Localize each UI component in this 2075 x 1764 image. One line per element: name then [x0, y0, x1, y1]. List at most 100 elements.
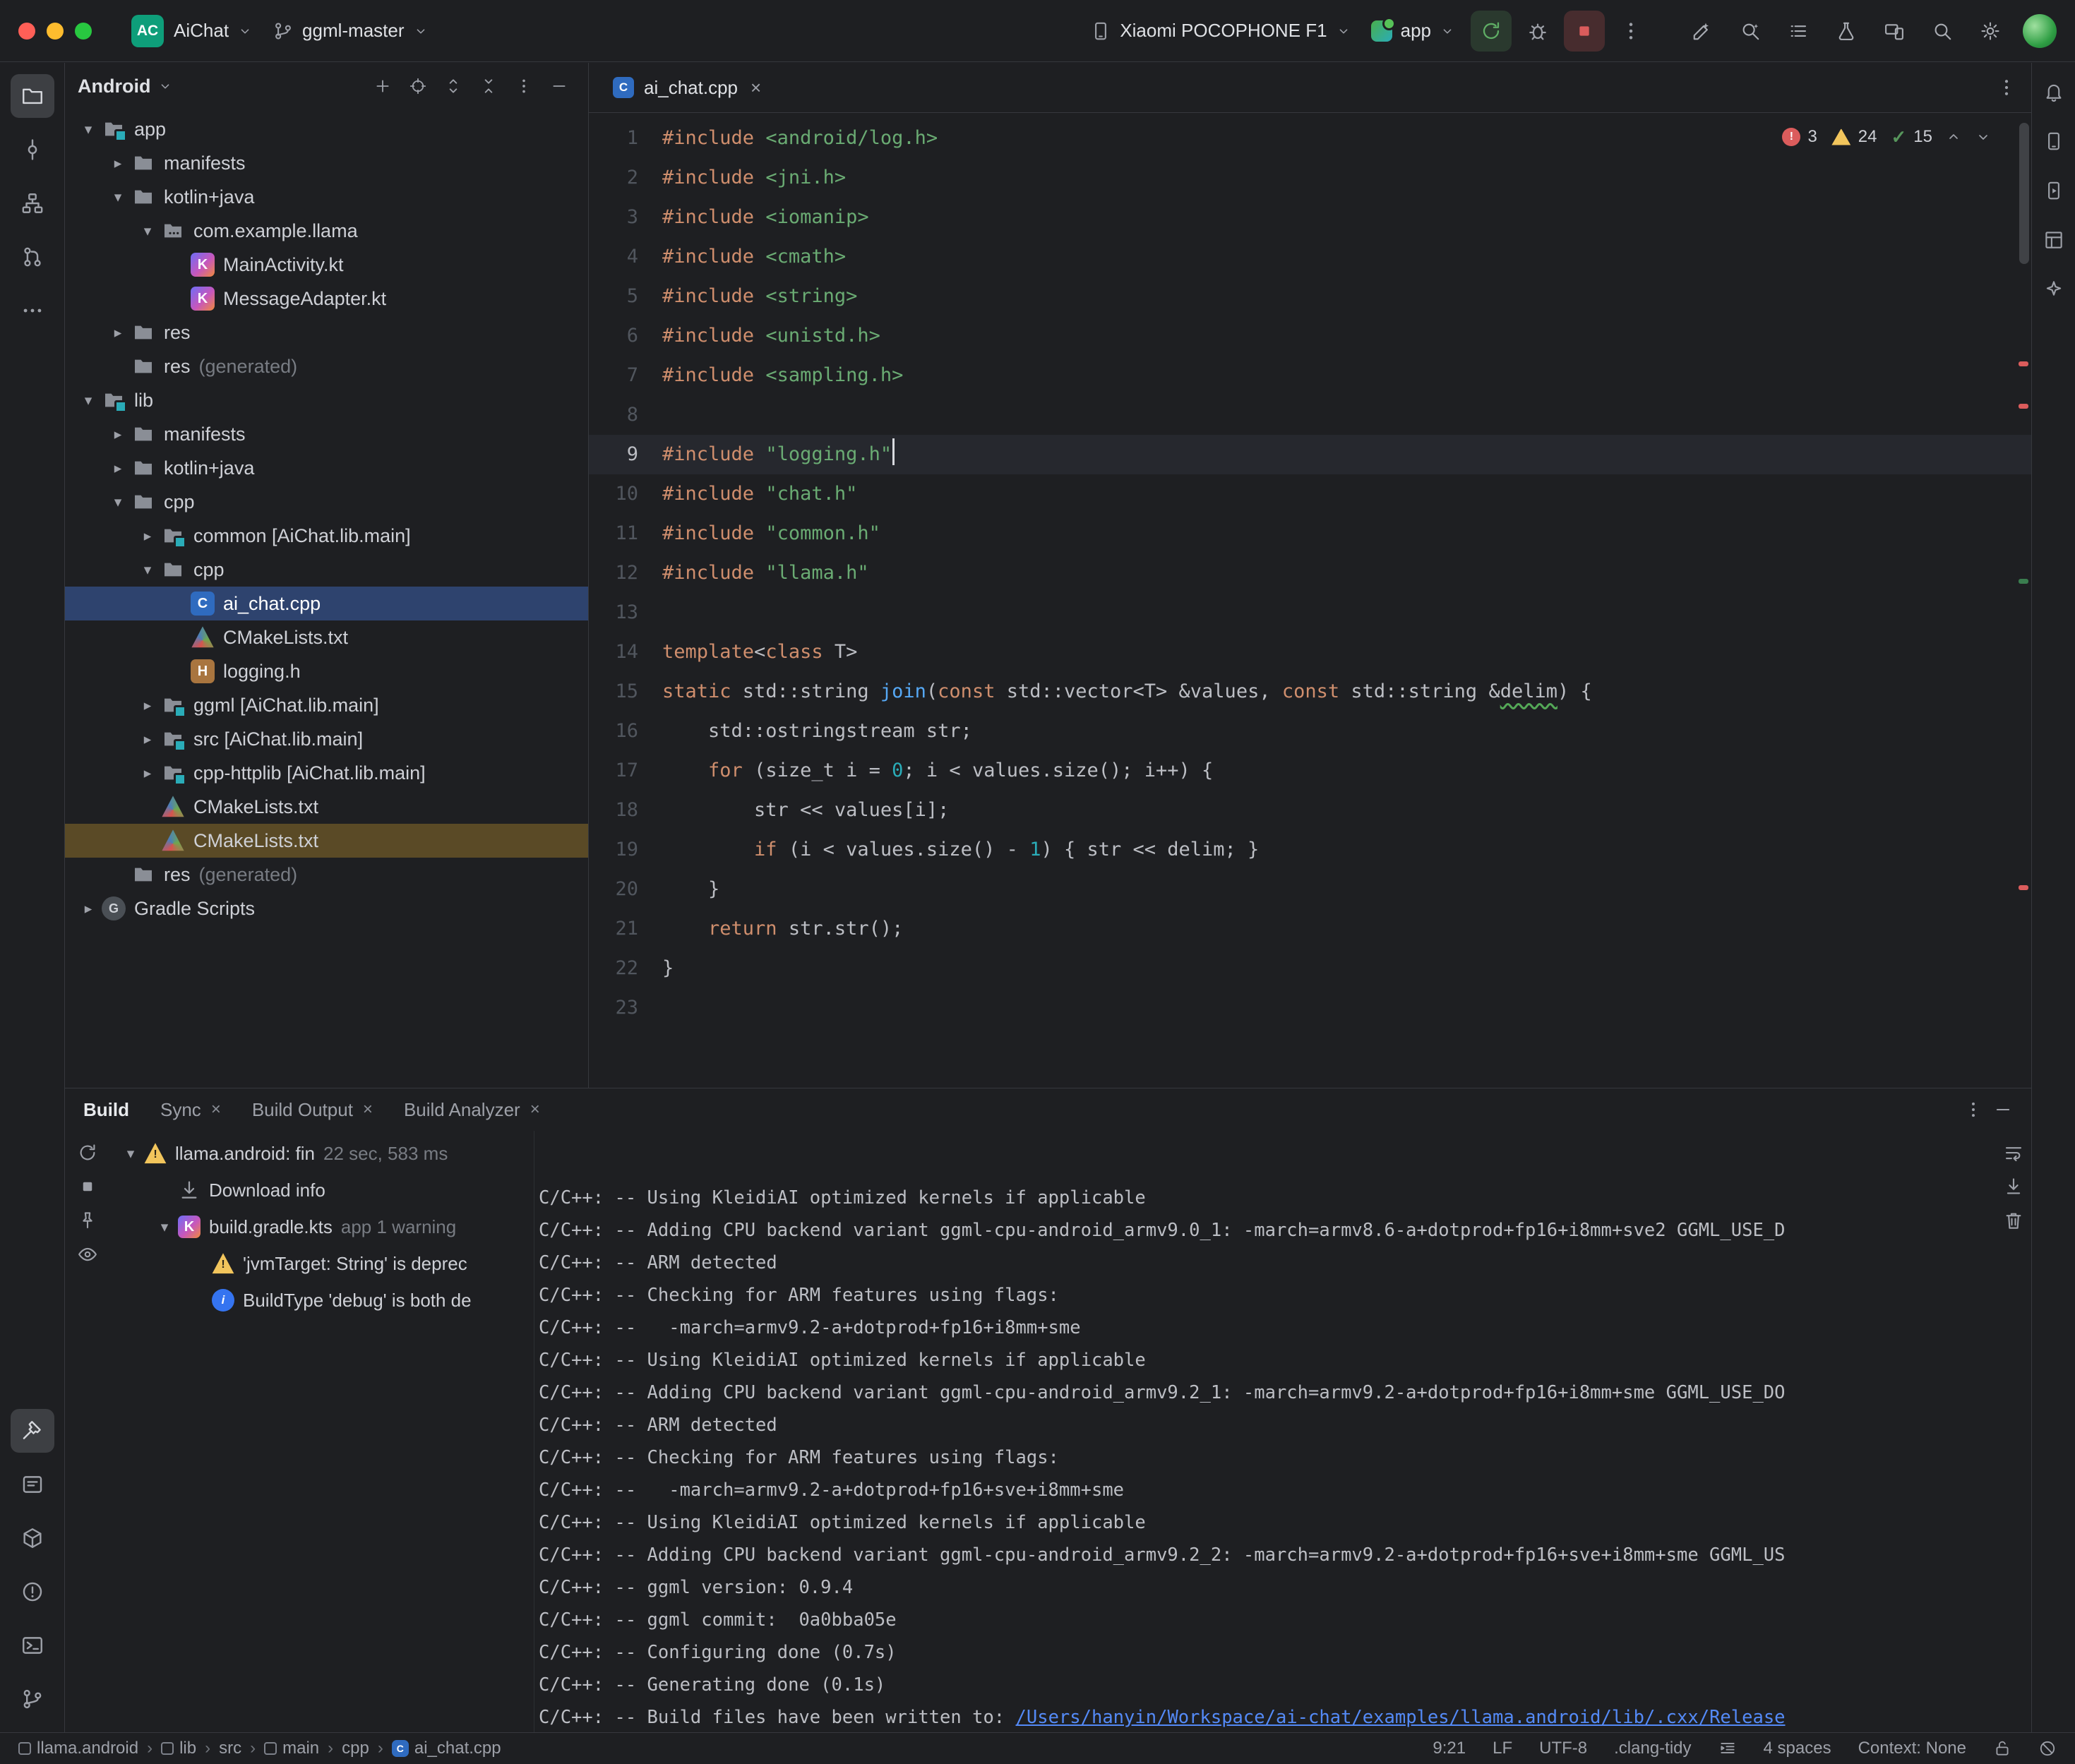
code-line[interactable]: 5#include <string> [589, 277, 2031, 316]
tree-item[interactable]: ▸kotlin+java [65, 451, 588, 485]
chevron-right-icon[interactable]: ▸ [104, 460, 131, 477]
tree-item[interactable]: ▾lib [65, 383, 588, 417]
device-manager-icon[interactable] [2035, 122, 2073, 160]
chevron-down-icon[interactable]: ▾ [134, 222, 161, 240]
previous-problem-icon[interactable] [1945, 128, 1962, 145]
profiler-icon[interactable] [1826, 11, 1866, 51]
tree-item[interactable]: KMessageAdapter.kt [65, 282, 588, 316]
stripe-mark[interactable] [2019, 885, 2028, 890]
tree-item[interactable]: ▸res [65, 316, 588, 349]
assistant-icon[interactable] [2035, 270, 2073, 308]
inspect-output-icon[interactable] [77, 1244, 98, 1265]
branch-widget[interactable]: ggml-master [263, 14, 438, 47]
code-line[interactable]: 22} [589, 949, 2031, 988]
code-line[interactable]: 19 if (i < values.size() - 1) { str << d… [589, 830, 2031, 870]
line-number[interactable]: 8 [589, 395, 662, 435]
chevron-down-icon[interactable]: ▾ [104, 493, 131, 511]
search-everywhere-icon[interactable] [1922, 11, 1962, 51]
line-number[interactable]: 6 [589, 316, 662, 356]
code-line[interactable]: 11#include "common.h" [589, 514, 2031, 553]
stripe-mark[interactable] [2019, 404, 2028, 409]
new-file-icon[interactable] [366, 70, 399, 102]
project-tool-icon[interactable] [11, 74, 54, 118]
close-tab-icon[interactable]: × [751, 77, 761, 99]
line-number[interactable]: 1 [589, 119, 662, 158]
caret-position[interactable]: 9:21 [1433, 1739, 1466, 1758]
code-line[interactable]: 10#include "chat.h" [589, 474, 2031, 514]
logcat-tool-icon[interactable] [11, 1463, 54, 1506]
user-avatar[interactable] [2023, 14, 2057, 48]
version-control-tool-icon[interactable] [11, 1677, 54, 1721]
build-tree-item[interactable]: ▾!llama.android: fin22 sec, 583 ms [110, 1135, 534, 1172]
debug-button[interactable] [1517, 11, 1558, 52]
rerun-build-icon[interactable] [77, 1142, 98, 1163]
indent-size[interactable]: 4 spaces [1764, 1739, 1831, 1758]
tree-item[interactable]: ▸manifests [65, 146, 588, 180]
tree-item[interactable]: ▾app [65, 112, 588, 146]
chevron-down-icon[interactable]: ▾ [134, 561, 161, 579]
line-number[interactable]: 3 [589, 198, 662, 237]
inspections-widget[interactable]: ! 3 ! 24 ✓ 15 [1775, 117, 1992, 157]
code-line[interactable]: 21 return str.str(); [589, 909, 2031, 949]
code-line[interactable]: 8 [589, 395, 2031, 435]
close-icon[interactable]: × [530, 1100, 540, 1120]
code-line[interactable]: 3#include <iomanip> [589, 198, 2031, 237]
code-line[interactable]: 7#include <sampling.h> [589, 356, 2031, 395]
chevron-down-icon[interactable]: ▾ [104, 188, 131, 206]
breadcrumb-item[interactable]: Cai_chat.cpp [392, 1739, 501, 1758]
clang-tidy-profile[interactable]: .clang-tidy [1614, 1739, 1691, 1758]
expand-all-icon[interactable] [437, 70, 470, 102]
tree-item[interactable]: ▾kotlin+java [65, 180, 588, 214]
tree-item[interactable]: ▾cpp [65, 485, 588, 519]
run-config-selector[interactable]: app [1361, 14, 1465, 47]
soft-wrap-icon[interactable] [2003, 1142, 2024, 1163]
chevron-down-icon[interactable]: ▾ [75, 121, 102, 138]
chevron-down-icon[interactable]: ▾ [151, 1218, 178, 1236]
breadcrumb-item[interactable]: src [219, 1739, 241, 1758]
code-line[interactable]: 23 [589, 988, 2031, 1028]
line-number[interactable]: 5 [589, 277, 662, 316]
tree-item[interactable]: CMakeLists.txt [65, 620, 588, 654]
todo-list-icon[interactable] [1778, 11, 1818, 51]
line-number[interactable]: 12 [589, 553, 662, 593]
chevron-right-icon[interactable]: ▸ [104, 155, 131, 172]
chevron-right-icon[interactable]: ▸ [104, 426, 131, 443]
code-line[interactable]: 15static std::string join(const std::vec… [589, 672, 2031, 712]
pull-requests-tool-icon[interactable] [11, 235, 54, 279]
stop-button[interactable] [1564, 11, 1605, 52]
hide-build-panel-icon[interactable] [1993, 1100, 2013, 1120]
device-mirror-icon[interactable] [1874, 11, 1914, 51]
chevron-right-icon[interactable]: ▸ [75, 900, 102, 918]
ai-assistant-icon[interactable] [1682, 11, 1722, 51]
build-tab-build-output[interactable]: Build Output× [252, 1099, 373, 1121]
code-line[interactable]: 14template<class T> [589, 632, 2031, 672]
tree-item[interactable]: ▸common [AiChat.lib.main] [65, 519, 588, 553]
tree-item[interactable]: Cai_chat.cpp [65, 587, 588, 620]
tree-item[interactable]: CMakeLists.txt [65, 790, 588, 824]
breadcrumb-item[interactable]: llama.android [18, 1739, 138, 1758]
line-number[interactable]: 11 [589, 514, 662, 553]
hide-panel-icon[interactable] [543, 70, 575, 102]
line-number[interactable]: 20 [589, 870, 662, 909]
build-tab-build[interactable]: Build [83, 1099, 129, 1121]
line-number[interactable]: 18 [589, 791, 662, 830]
code-line[interactable]: 9#include "logging.h" [589, 435, 2031, 474]
line-number[interactable]: 9 [589, 435, 662, 474]
scroll-to-end-icon[interactable] [2003, 1176, 2024, 1197]
line-number[interactable]: 10 [589, 474, 662, 514]
build-tree-item[interactable]: iBuildType 'debug' is both de [110, 1282, 534, 1319]
chevron-down-icon[interactable]: ▾ [117, 1145, 144, 1163]
tree-item[interactable]: ▾cpp [65, 553, 588, 587]
tree-item[interactable]: Hlogging.h [65, 654, 588, 688]
code-line[interactable]: 17 for (size_t i = 0; i < values.size();… [589, 751, 2031, 791]
breadcrumb-item[interactable]: lib [161, 1739, 196, 1758]
line-number[interactable]: 19 [589, 830, 662, 870]
line-number[interactable]: 14 [589, 632, 662, 672]
line-number[interactable]: 17 [589, 751, 662, 791]
ai-search-icon[interactable] [1730, 11, 1770, 51]
tree-item[interactable]: ▸src [AiChat.lib.main] [65, 722, 588, 756]
code-line[interactable]: 4#include <cmath> [589, 237, 2031, 277]
tree-item[interactable]: ▾com.example.llama [65, 214, 588, 248]
layout-inspector-icon[interactable] [2035, 221, 2073, 259]
tree-item[interactable]: res(generated) [65, 858, 588, 892]
